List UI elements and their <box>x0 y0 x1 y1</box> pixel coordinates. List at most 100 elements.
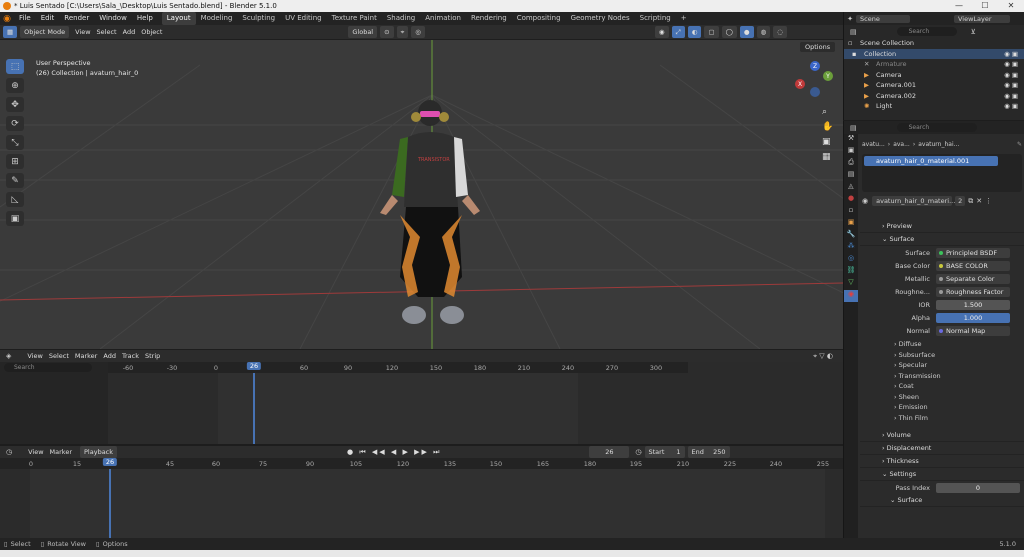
base-color-field[interactable]: BASE COLOR <box>936 260 1010 271</box>
rotate-tool-icon[interactable]: ⟳ <box>6 116 24 131</box>
character-model[interactable]: TRANSISTOR <box>378 97 488 327</box>
display-mode-icon[interactable]: ▤ <box>850 28 857 36</box>
gizmo-y-icon[interactable]: Y <box>823 71 833 81</box>
current-frame-indicator[interactable]: 26 <box>246 362 262 370</box>
snapping-icon[interactable]: ⌖ ▽ ◐ <box>813 352 833 361</box>
visibility-eye-icon[interactable]: ◉ ▣ <box>1004 101 1024 112</box>
particles-tab-icon[interactable]: ⁂ <box>844 242 858 254</box>
ior-field[interactable]: 1.500 <box>936 299 1010 310</box>
visibility-icon[interactable]: ◉ <box>654 26 669 38</box>
tab-scripting[interactable]: Scripting <box>635 12 676 25</box>
move-tool-icon[interactable]: ✥ <box>6 97 24 112</box>
snap-icon[interactable]: ⌖ <box>396 26 409 38</box>
menu-marker[interactable]: Marker <box>75 352 97 360</box>
output-tab-icon[interactable]: ⎙ <box>844 158 858 170</box>
editor-type-icon[interactable]: ▤ <box>850 124 857 132</box>
transform-tool-icon[interactable]: ⊞ <box>6 154 24 169</box>
metallic-field[interactable]: Separate Color <box>936 273 1010 284</box>
playback-dropdown[interactable]: Playback <box>80 446 118 458</box>
volume-panel-header[interactable]: › Volume <box>860 429 1024 442</box>
duplicate-material-icon[interactable]: ⧉ <box>968 197 973 206</box>
material-tab-icon[interactable]: ◉ <box>844 290 858 302</box>
settings-surface-subpanel[interactable]: ⌄ Surface <box>860 494 1024 507</box>
outliner-item-camera-002[interactable]: ▶ Camera.002 ◉ ▣ <box>844 91 1024 102</box>
tab-modeling[interactable]: Modeling <box>196 12 238 25</box>
render-tab-icon[interactable]: ▣ <box>844 146 858 158</box>
scale-tool-icon[interactable]: ⤡ <box>6 135 24 150</box>
menu-view[interactable]: View <box>75 28 90 36</box>
dopesheet-ruler[interactable]: -60 -30 0 26 60 90 120 150 180 210 240 2… <box>108 362 688 373</box>
subpanel-specular[interactable]: › Specular <box>860 360 1024 371</box>
material-browse-icon[interactable]: ◉ <box>862 197 868 205</box>
menu-file[interactable]: File <box>14 12 36 25</box>
editor-type-icon[interactable]: ◷ <box>6 448 12 456</box>
start-frame-field[interactable]: Start 1 <box>644 446 685 458</box>
thickness-panel-header[interactable]: › Thickness <box>860 455 1024 468</box>
view-layer-tab-icon[interactable]: ▤ <box>844 170 858 182</box>
timeline-current-frame-indicator[interactable]: 26 <box>102 458 118 466</box>
material-slot-item[interactable]: avaturn_hair_0_material.001 <box>864 156 998 166</box>
menu-select[interactable]: Select <box>97 28 117 36</box>
roughness-field[interactable]: Roughness Factor <box>936 286 1010 297</box>
menu-render[interactable]: Render <box>59 12 94 25</box>
visibility-eye-icon[interactable]: ◉ ▣ <box>1004 80 1024 91</box>
surface-shader-field[interactable]: Principled BSDF <box>936 247 1010 258</box>
tab-shading[interactable]: Shading <box>382 12 420 25</box>
menu-marker[interactable]: Marker <box>50 448 72 456</box>
annotate-tool-icon[interactable]: ✎ <box>6 173 24 188</box>
measure-tool-icon[interactable]: ◺ <box>6 192 24 207</box>
tab-texture-paint[interactable]: Texture Paint <box>327 12 382 25</box>
tool-tab-icon[interactable]: ⚒ <box>844 134 858 146</box>
3d-viewport[interactable]: TRANSISTOR User Perspective (26) Collect… <box>0 25 843 349</box>
dopesheet-area[interactable]: Search -60 -30 0 26 60 90 120 150 180 21… <box>0 362 843 444</box>
visibility-eye-icon[interactable]: ◉ ▣ <box>1004 49 1024 60</box>
end-frame-field[interactable]: End 250 <box>687 446 730 458</box>
gizmo-toggle-icon[interactable]: ⤢ <box>671 26 685 38</box>
menu-help[interactable]: Help <box>132 12 158 25</box>
playhead-line[interactable] <box>253 373 255 444</box>
outliner-item-camera-001[interactable]: ▶ Camera.001 ◉ ▣ <box>844 80 1024 91</box>
options-button[interactable]: Options <box>800 42 836 52</box>
outliner-item-scene-collection[interactable]: ▫ Scene Collection <box>844 38 1024 49</box>
gizmo-z-icon[interactable]: Z <box>810 61 820 71</box>
tab-geometry-nodes[interactable]: Geometry Nodes <box>566 12 635 25</box>
tab-compositing[interactable]: Compositing <box>512 12 566 25</box>
shading-material-icon[interactable]: ◍ <box>756 26 771 38</box>
outliner-item-camera[interactable]: ▶ Camera ◉ ▣ <box>844 70 1024 81</box>
alpha-field[interactable]: 1.000 <box>936 312 1010 323</box>
material-user-count[interactable]: 2 <box>955 196 966 206</box>
gizmo-x-icon[interactable]: X <box>795 79 805 89</box>
tab-layout[interactable]: Layout <box>161 12 196 25</box>
current-frame-field[interactable]: 26 <box>589 446 630 458</box>
zoom-icon[interactable]: ⌕ <box>822 107 836 122</box>
menu-add[interactable]: Add <box>123 28 136 36</box>
view-layer-selector[interactable]: ViewLayer <box>954 14 1010 23</box>
outliner-item-armature[interactable]: ✕ Armature ◉ ▣ <box>844 59 1024 70</box>
world-tab-icon[interactable]: ● <box>844 194 858 206</box>
menu-track[interactable]: Track <box>122 352 139 360</box>
playback-controls[interactable]: ● ⏮ ◀◀ ◀ ▶ ▶▶ ⏭ <box>347 448 441 457</box>
pivot-icon[interactable]: ⊙ <box>380 26 394 38</box>
visibility-eye-icon[interactable]: ◉ ▣ <box>1004 91 1024 102</box>
modifier-tab-icon[interactable]: 🔧 <box>844 230 858 242</box>
tab-animation[interactable]: Animation <box>420 12 466 25</box>
pin-icon[interactable]: ✎ <box>1017 141 1022 148</box>
subpanel-diffuse[interactable]: › Diffuse <box>860 339 1024 350</box>
select-tool-icon[interactable]: ⬚ <box>6 59 24 74</box>
grid-view-icon[interactable]: ▦ <box>822 152 836 167</box>
camera-view-icon[interactable]: ▣ <box>822 137 836 152</box>
select-box-icon[interactable]: ▦ <box>3 26 18 38</box>
unlink-material-icon[interactable]: ✕ <box>976 197 982 205</box>
menu-object[interactable]: Object <box>141 28 162 36</box>
menu-edit[interactable]: Edit <box>36 12 60 25</box>
outliner-item-collection[interactable]: ▪ Collection ◉ ▣ <box>844 48 1024 60</box>
pan-hand-icon[interactable]: ✋ <box>822 122 836 137</box>
subpanel-transmission[interactable]: › Transmission <box>860 371 1024 382</box>
menu-view[interactable]: View <box>27 352 42 360</box>
outliner-search-input[interactable]: Search <box>896 27 957 36</box>
normal-field[interactable]: Normal Map <box>936 325 1010 336</box>
filter-icon[interactable]: ⊻ <box>971 28 976 36</box>
shading-wireframe-icon[interactable]: ◯ <box>721 26 737 38</box>
material-name-field[interactable]: avaturn_hair_0_materi... <box>872 196 955 206</box>
xray-icon[interactable]: ▢ <box>704 26 719 38</box>
